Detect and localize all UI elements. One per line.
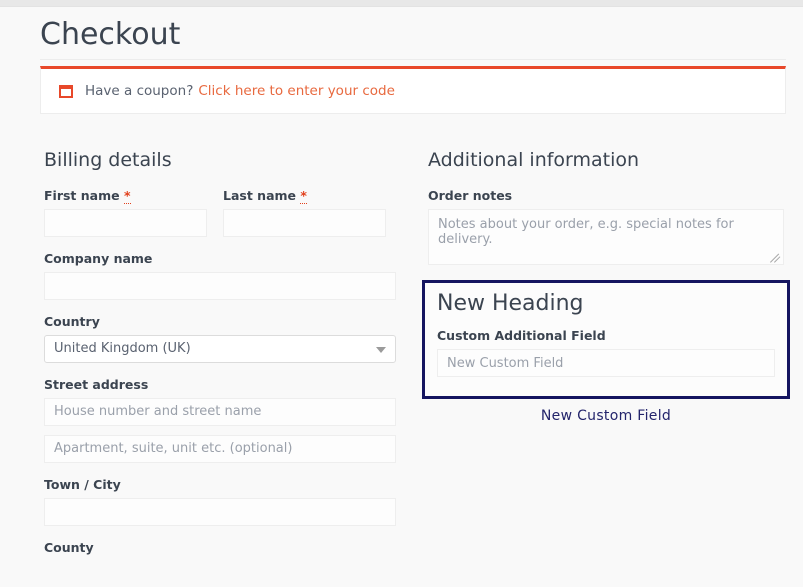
country-select[interactable]: United Kingdom (UK): [44, 335, 396, 363]
coupon-text: Have a coupon?: [85, 83, 193, 99]
county-group: County: [44, 540, 396, 555]
custom-block-heading: New Heading: [437, 291, 775, 316]
company-name-input[interactable]: [44, 272, 396, 300]
page-title: Checkout: [40, 17, 180, 52]
name-fields-row: First name * Last name *: [44, 188, 396, 237]
custom-field-caption: New Custom Field: [422, 408, 790, 424]
custom-additional-field-input[interactable]: [437, 349, 775, 377]
country-selected-value: United Kingdom (UK): [44, 335, 396, 363]
country-label: Country: [44, 314, 396, 329]
custom-field-label: Custom Additional Field: [437, 328, 775, 343]
resize-grip-icon[interactable]: [770, 251, 782, 263]
company-name-group: Company name: [44, 251, 396, 300]
last-name-label: Last name *: [223, 188, 386, 203]
order-notes-label: Order notes: [428, 188, 784, 203]
street-address-line1-input[interactable]: [44, 398, 396, 426]
first-name-group: First name *: [44, 188, 207, 237]
checkout-page: Checkout Have a coupon? Click here to en…: [0, 7, 803, 587]
first-name-label: First name *: [44, 188, 207, 203]
coupon-link[interactable]: Click here to enter your code: [198, 83, 395, 99]
order-notes-placeholder: Notes about your order, e.g. special not…: [438, 217, 783, 247]
billing-section-title: Billing details: [44, 149, 396, 172]
town-city-group: Town / City: [44, 477, 396, 526]
additional-section-title: Additional information: [428, 149, 784, 172]
last-name-input[interactable]: [223, 209, 386, 237]
street-address-label: Street address: [44, 377, 396, 392]
county-label: County: [44, 540, 396, 555]
chevron-down-icon: [376, 347, 386, 353]
first-name-label-text: First name: [44, 188, 120, 203]
required-asterisk: *: [300, 188, 307, 204]
country-group: Country United Kingdom (UK): [44, 314, 396, 363]
required-asterisk: *: [124, 188, 131, 204]
first-name-input[interactable]: [44, 209, 207, 237]
last-name-group: Last name *: [223, 188, 386, 237]
coupon-notice: Have a coupon? Click here to enter your …: [40, 66, 786, 114]
coupon-ticket-icon: [59, 85, 73, 98]
street-address-group: Street address: [44, 377, 396, 463]
title-divider: [40, 59, 786, 60]
company-name-label: Company name: [44, 251, 396, 266]
order-notes-textarea[interactable]: Notes about your order, e.g. special not…: [428, 209, 784, 265]
town-city-input[interactable]: [44, 498, 396, 526]
billing-details-column: Billing details First name * Last name *…: [44, 149, 396, 569]
additional-information-column: Additional information Order notes Notes…: [428, 149, 784, 265]
custom-field-highlight-block: New Heading Custom Additional Field: [422, 280, 790, 399]
town-city-label: Town / City: [44, 477, 396, 492]
last-name-label-text: Last name: [223, 188, 296, 203]
browser-top-strip: [0, 0, 803, 7]
street-address-line2-input[interactable]: [44, 435, 396, 463]
